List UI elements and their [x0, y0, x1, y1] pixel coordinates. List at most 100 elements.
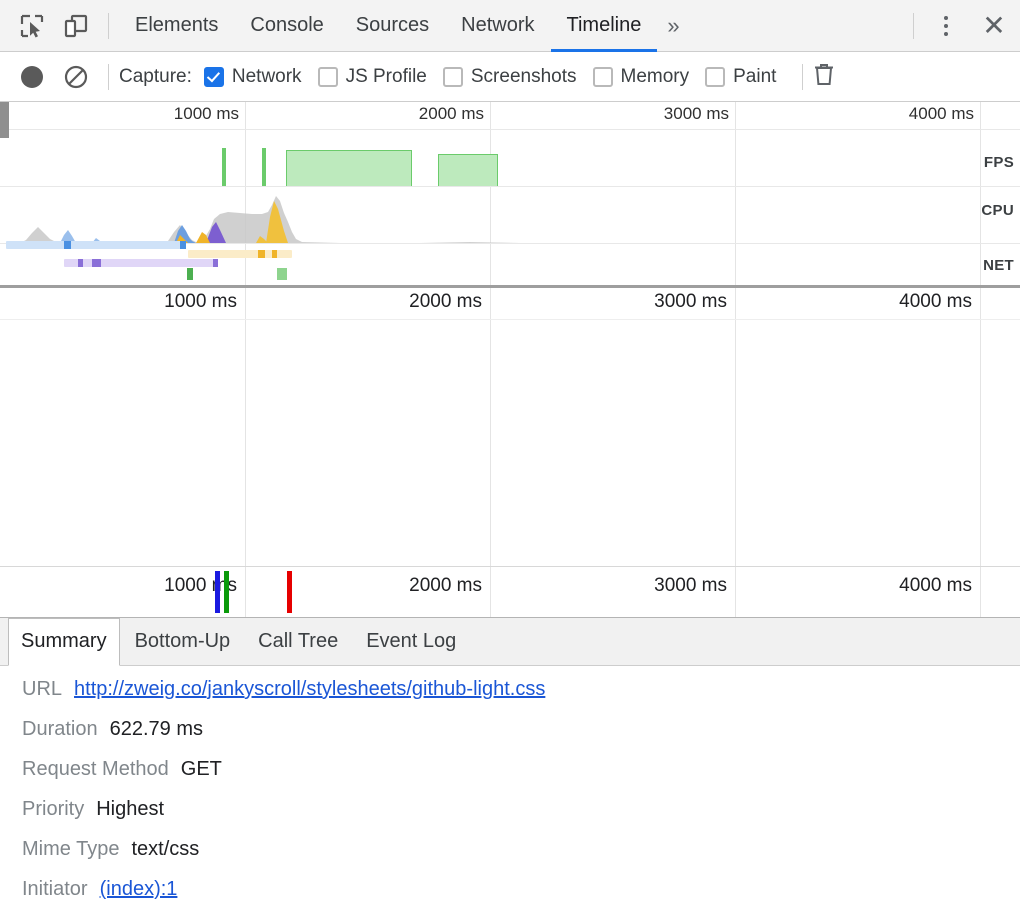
summary-row-duration: Duration 622.79 ms: [22, 718, 1020, 758]
capture-toolbar: Capture: Network JS Profile Screenshots …: [0, 52, 1020, 102]
flame-gridline: [245, 288, 246, 566]
garbage-collect-icon[interactable]: [813, 62, 835, 92]
flamechart-ruler: 1000 ms 2000 ms 3000 ms 4000 ms: [0, 288, 1020, 320]
checkbox-box-js-profile[interactable]: [318, 67, 338, 87]
toolbar-divider-right: [913, 13, 914, 39]
summary-key: Initiator: [22, 878, 88, 901]
net-request-marker: [272, 250, 277, 258]
checkbox-label-paint: Paint: [733, 66, 776, 88]
summary-value-url-link[interactable]: http://zweig.co/jankyscroll/stylesheets/…: [74, 678, 545, 701]
timeline-flamechart[interactable]: 1000 ms 2000 ms 3000 ms 4000 ms h… http:…: [0, 288, 1020, 566]
net-request-marker: [180, 241, 186, 249]
summary-content: URL http://zweig.co/jankyscroll/styleshe…: [0, 666, 1020, 916]
timeline-overview[interactable]: 1000 ms 2000 ms 3000 ms 4000 ms FPS CPU: [0, 102, 1020, 288]
tab-elements[interactable]: Elements: [119, 0, 234, 52]
net-request-marker: [258, 250, 265, 258]
event-marker-red[interactable]: [287, 571, 292, 613]
flame-tick-label: 1000 ms: [164, 291, 245, 313]
tab-sources[interactable]: Sources: [340, 0, 445, 52]
checkbox-box-screenshots[interactable]: [443, 67, 463, 87]
tab-label: Sources: [356, 14, 429, 37]
record-button[interactable]: [10, 55, 54, 99]
more-tabs-label: »: [667, 13, 679, 39]
summary-key: Priority: [22, 798, 84, 821]
summary-row-priority: Priority Highest: [22, 798, 1020, 838]
net-request-marker: [277, 268, 287, 280]
flame-gridline: [735, 288, 736, 566]
bottom-gridline: [245, 567, 246, 617]
flame-tick-label: 2000 ms: [409, 291, 490, 313]
tab-network[interactable]: Network: [445, 0, 550, 52]
more-tabs-chevron-icon[interactable]: »: [657, 0, 689, 52]
checkbox-screenshots[interactable]: Screenshots: [443, 66, 577, 88]
checkbox-network[interactable]: Network: [204, 66, 302, 88]
bottom-tick-label: 4000 ms: [899, 575, 980, 597]
tab-label: Network: [461, 14, 534, 37]
details-tab-label: Bottom-Up: [135, 630, 231, 652]
summary-value-priority: Highest: [96, 798, 164, 821]
tab-label: Elements: [135, 14, 218, 37]
summary-value-request-method: GET: [181, 758, 222, 781]
checkbox-paint[interactable]: Paint: [705, 66, 776, 88]
device-toolbar-icon[interactable]: [54, 4, 98, 48]
details-pane: Summary Bottom-Up Call Tree Event Log UR…: [0, 618, 1020, 916]
checkbox-js-profile[interactable]: JS Profile: [318, 66, 427, 88]
bottom-gridline: [980, 567, 981, 617]
summary-key: URL: [22, 678, 62, 701]
tab-label: Timeline: [567, 14, 642, 37]
summary-value-initiator-link[interactable]: (index):1: [100, 878, 178, 901]
summary-key: Mime Type: [22, 838, 119, 861]
summary-row-url: URL http://zweig.co/jankyscroll/styleshe…: [22, 678, 1020, 718]
bottom-tick-label: 3000 ms: [654, 575, 735, 597]
summary-value-mime-type: text/css: [131, 838, 199, 861]
details-tab-label: Event Log: [366, 630, 456, 652]
panel-tabs: Elements Console Sources Network Timelin…: [119, 0, 690, 52]
tab-timeline[interactable]: Timeline: [551, 0, 658, 52]
tab-console[interactable]: Console: [234, 0, 339, 52]
event-marker-green[interactable]: [224, 571, 229, 613]
details-tab-label: Summary: [21, 630, 107, 653]
net-request-marker: [78, 259, 83, 267]
devtools-window: Elements Console Sources Network Timelin…: [0, 0, 1020, 916]
flame-gridline: [980, 288, 981, 566]
bottom-tick-label: 2000 ms: [409, 575, 490, 597]
more-options-icon[interactable]: [924, 4, 968, 48]
summary-row-request-method: Request Method GET: [22, 758, 1020, 798]
checkbox-label-js-profile: JS Profile: [346, 66, 427, 88]
net-request-bar: [6, 241, 186, 249]
checkbox-label-network: Network: [232, 66, 302, 88]
checkbox-label-screenshots: Screenshots: [471, 66, 577, 88]
summary-row-initiator: Initiator (index):1: [22, 878, 1020, 916]
close-icon[interactable]: ✕: [968, 4, 1020, 48]
devtools-tabstrip: Elements Console Sources Network Timelin…: [0, 0, 1020, 52]
summary-key: Duration: [22, 718, 98, 741]
net-request-bar: [64, 259, 218, 267]
checkbox-box-memory[interactable]: [593, 67, 613, 87]
net-band: [0, 102, 1020, 288]
flame-tick-label: 4000 ms: [899, 291, 980, 313]
summary-key: Request Method: [22, 758, 169, 781]
inspect-element-icon[interactable]: [10, 4, 54, 48]
details-tab-label: Call Tree: [258, 630, 338, 652]
checkbox-box-network[interactable]: [204, 67, 224, 87]
tab-event-log[interactable]: Event Log: [353, 622, 469, 661]
bottom-gridline: [735, 567, 736, 617]
bottom-tick-label: 1000 ms: [164, 575, 245, 597]
checkbox-memory[interactable]: Memory: [593, 66, 690, 88]
checkbox-box-paint[interactable]: [705, 67, 725, 87]
event-marker-blue[interactable]: [215, 571, 220, 613]
tab-call-tree[interactable]: Call Tree: [245, 622, 351, 661]
timeline-bottom-ruler: 1000 ms 2000 ms 3000 ms 4000 ms: [0, 566, 1020, 618]
tab-bottom-up[interactable]: Bottom-Up: [122, 622, 244, 661]
flame-gridline: [490, 288, 491, 566]
net-request-marker: [92, 259, 101, 267]
net-request-marker: [187, 268, 193, 280]
net-request-marker: [213, 259, 218, 267]
tabstrip-actions: ✕: [903, 4, 1020, 48]
net-request-marker: [64, 241, 71, 249]
clear-recording-icon[interactable]: [54, 55, 98, 99]
checkbox-label-memory: Memory: [621, 66, 690, 88]
capture-label: Capture:: [119, 66, 192, 88]
tab-summary[interactable]: Summary: [8, 618, 120, 666]
bottom-gridline: [490, 567, 491, 617]
